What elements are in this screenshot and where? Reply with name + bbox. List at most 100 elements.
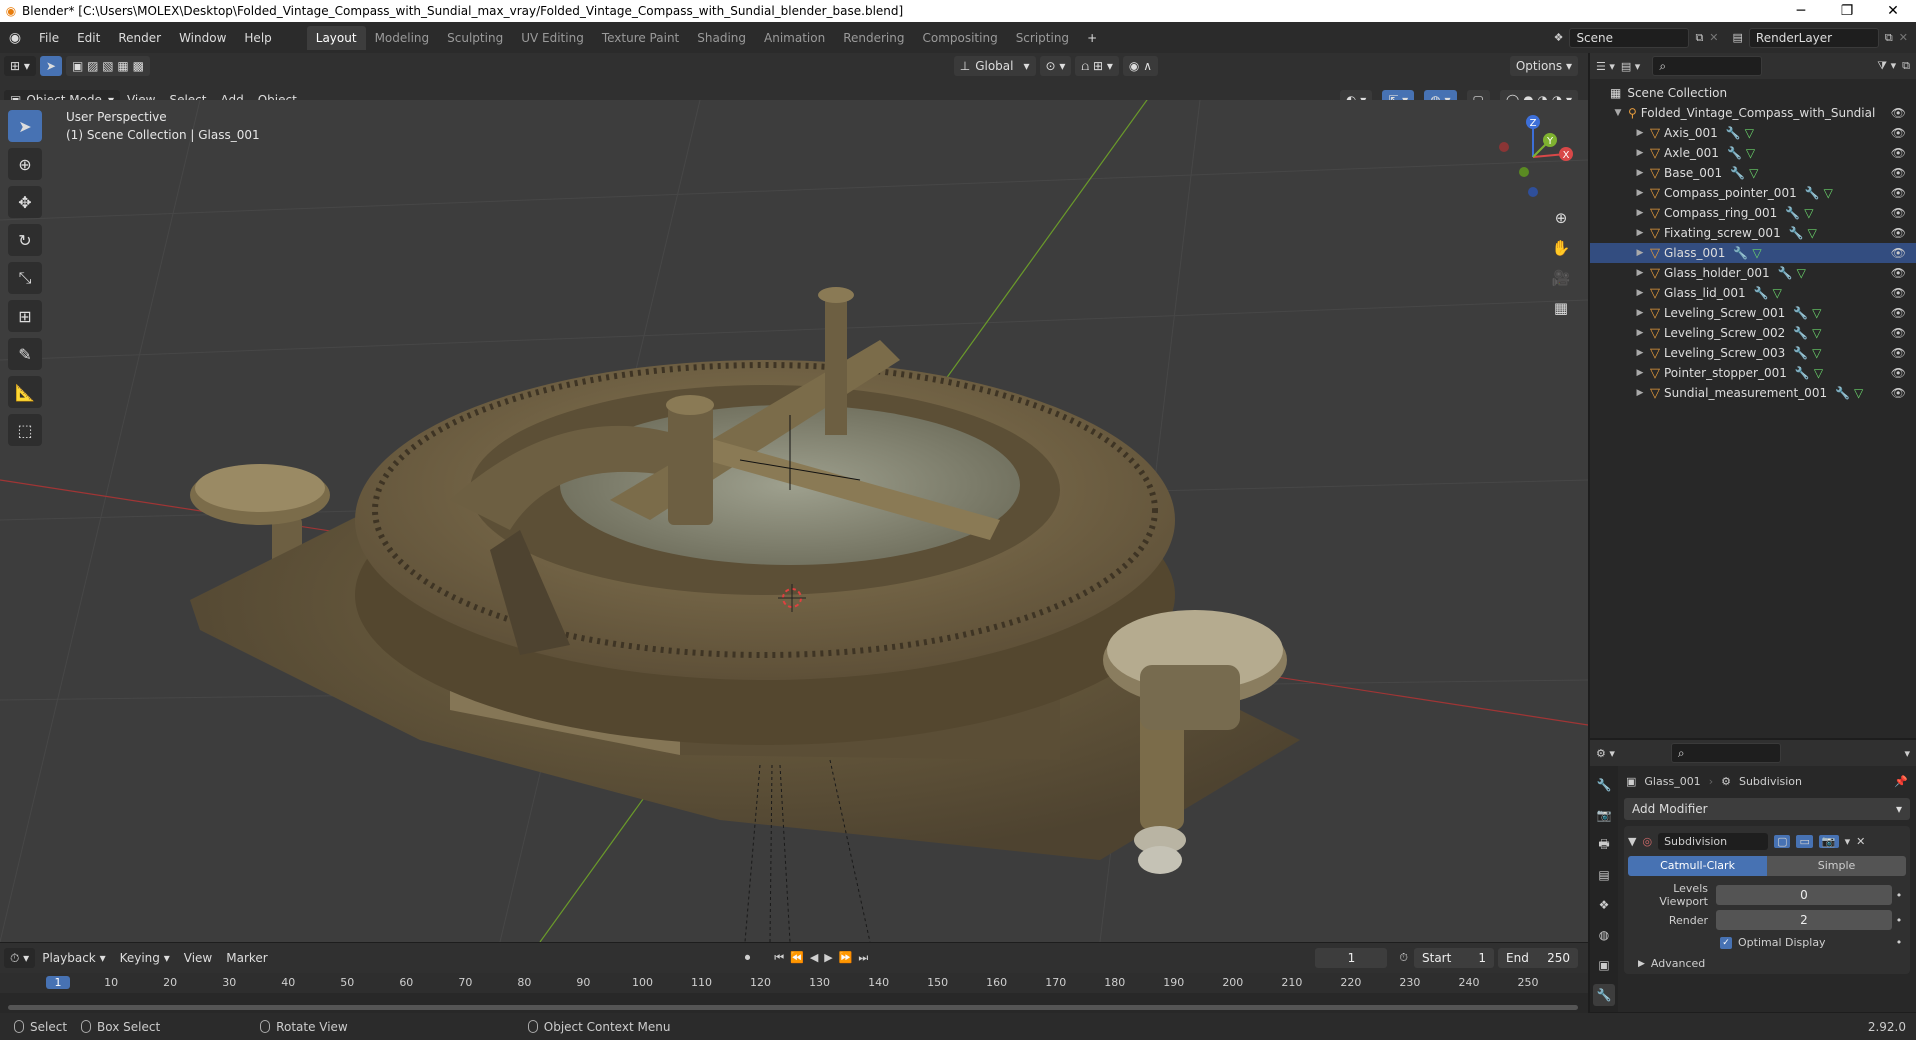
menu-timeline-view[interactable]: View — [177, 951, 219, 965]
transform-icon[interactable]: ⊞ — [8, 300, 42, 332]
blender-menu-icon[interactable]: ◉ — [0, 30, 30, 46]
eye-icon[interactable]: 👁 — [1891, 286, 1906, 300]
chevron-right-icon[interactable]: ▶ — [1634, 188, 1646, 198]
viewport-display-icon[interactable]: ▭ — [1796, 834, 1813, 848]
keyframe-dot-icon[interactable]: • — [1892, 914, 1906, 927]
chevron-right-icon[interactable]: ▶ — [1634, 308, 1646, 318]
add-workspace-icon[interactable]: + — [1078, 31, 1106, 45]
chevron-right-icon[interactable]: ▶ — [1634, 268, 1646, 278]
modifier-wrench-icon[interactable]: 🔧 — [1778, 266, 1793, 280]
tab-animation[interactable]: Animation — [755, 26, 834, 50]
camera-view-icon[interactable]: 🎥 — [1546, 265, 1576, 291]
add-modifier-dropdown[interactable]: Add Modifier ▾ — [1624, 798, 1910, 820]
timeline-area[interactable]: 1 10 20 30 40 50 60 70 80 90 100 110 120 130 140 150 160… — [0, 973, 1588, 1013]
tab-layout[interactable]: Layout — [306, 25, 366, 50]
modifier-wrench-icon[interactable]: 🔧 — [1785, 206, 1800, 220]
tab-uv-editing[interactable]: UV Editing — [512, 26, 593, 50]
outliner-object-row[interactable]: ▶ ▽ Sundial_measurement_001 🔧 ▽ 👁 — [1590, 383, 1916, 403]
object-tab-icon[interactable]: ▣ — [1593, 954, 1615, 976]
record-icon[interactable]: ⏺ — [745, 951, 751, 965]
current-frame-field[interactable]: 1 — [1315, 948, 1388, 968]
eye-icon[interactable]: 👁 — [1891, 386, 1906, 400]
chevron-right-icon[interactable]: ▶ — [1634, 348, 1646, 358]
modifier-name-field[interactable]: Subdivision — [1658, 832, 1769, 850]
select-tool-icon[interactable]: ➤ — [39, 56, 62, 76]
tab-rendering[interactable]: Rendering — [834, 26, 913, 50]
add-cube-icon[interactable]: ⬚ — [8, 414, 42, 446]
catmull-clark-button[interactable]: Catmull-Clark — [1628, 856, 1767, 876]
output-tab-icon[interactable]: 🖶 — [1593, 834, 1615, 856]
chevron-down-icon[interactable]: ▾ — [1904, 747, 1910, 760]
tab-texture-paint[interactable]: Texture Paint — [593, 26, 688, 50]
editor-type-icon[interactable]: ⊞ ▾ — [4, 56, 36, 76]
render-display-icon[interactable]: 📷 — [1818, 834, 1839, 848]
outliner-object-row[interactable]: ▶ ▽ Leveling_Screw_002 🔧 ▽ 👁 — [1590, 323, 1916, 343]
outliner-object-row[interactable]: ▶ ▽ Axis_001 🔧 ▽ 👁 — [1590, 123, 1916, 143]
menu-edit[interactable]: Edit — [68, 31, 109, 45]
chevron-right-icon[interactable]: ▶ — [1634, 168, 1646, 178]
pan-hand-icon[interactable]: ✋ — [1546, 235, 1576, 261]
measure-icon[interactable]: 📐 — [8, 376, 42, 408]
outliner-editor-icon[interactable]: ☰ ▾ — [1596, 60, 1615, 73]
tab-scripting[interactable]: Scripting — [1007, 26, 1078, 50]
menu-render[interactable]: Render — [109, 31, 170, 45]
eye-icon[interactable]: 👁 — [1891, 166, 1906, 180]
outliner-collection[interactable]: ▼ ⚲ Folded_Vintage_Compass_with_Sundial … — [1590, 103, 1916, 123]
selection-mode-icons[interactable]: ▣ ▨ ▧ ▦ ▩ — [65, 56, 150, 76]
tab-sculpting[interactable]: Sculpting — [438, 26, 512, 50]
navigation-gizmo[interactable]: Z X Y — [1488, 112, 1578, 202]
mesh-data-icon[interactable]: ▽ — [1824, 186, 1833, 200]
new-collection-icon[interactable]: ⧉ — [1902, 59, 1910, 73]
chevron-right-icon[interactable]: ▶ — [1634, 388, 1646, 398]
timeline-editor-icon[interactable]: ⏱ ▾ — [4, 948, 36, 968]
mesh-data-icon[interactable]: ▽ — [1773, 286, 1782, 300]
render-levels-field[interactable]: 2 — [1716, 910, 1892, 930]
eye-icon[interactable]: 👁 — [1891, 146, 1906, 160]
menu-keying[interactable]: Keying ▾ — [113, 951, 177, 965]
outliner-object-row[interactable]: ▶ ▽ Base_001 🔧 ▽ 👁 — [1590, 163, 1916, 183]
delete-view-layer-icon[interactable]: ✕ — [1899, 31, 1908, 44]
modifier-wrench-icon[interactable]: 🔧 — [1754, 286, 1769, 300]
eye-icon[interactable]: 👁 — [1891, 106, 1906, 120]
menu-playback[interactable]: Playback ▾ — [35, 951, 112, 965]
optimal-display-checkbox[interactable]: ✓ — [1720, 936, 1732, 949]
advanced-subpanel[interactable]: ▶ Advanced — [1628, 957, 1906, 970]
scale-icon[interactable]: ⤡ — [8, 262, 42, 294]
modifier-wrench-icon[interactable]: 🔧 — [1835, 386, 1850, 400]
start-frame-field[interactable]: Start 1 — [1414, 948, 1494, 968]
tab-modeling[interactable]: Modeling — [366, 26, 439, 50]
menu-file[interactable]: File — [30, 31, 68, 45]
simple-button[interactable]: Simple — [1767, 856, 1906, 876]
chevron-right-icon[interactable]: ▶ — [1634, 288, 1646, 298]
modifier-tab-icon[interactable]: 🔧 — [1593, 984, 1615, 1006]
mesh-data-icon[interactable]: ▽ — [1804, 206, 1813, 220]
menu-help[interactable]: Help — [235, 31, 280, 45]
eye-icon[interactable]: 👁 — [1891, 346, 1906, 360]
render-tab-icon[interactable]: 📷 — [1593, 804, 1615, 826]
outliner-search-input[interactable]: ⌕ — [1652, 56, 1763, 76]
mesh-data-icon[interactable]: ▽ — [1812, 326, 1821, 340]
chevron-right-icon[interactable]: ▶ — [1634, 328, 1646, 338]
outliner-object-row[interactable]: ▶ ▽ Leveling_Screw_001 🔧 ▽ 👁 — [1590, 303, 1916, 323]
pivot-point-icon[interactable]: ⊙ ▾ — [1039, 56, 1072, 76]
eye-icon[interactable]: 👁 — [1891, 266, 1906, 280]
minimize-icon[interactable]: ─ — [1778, 3, 1824, 19]
end-frame-field[interactable]: End 250 — [1498, 948, 1578, 968]
eye-icon[interactable]: 👁 — [1891, 326, 1906, 340]
properties-search-input[interactable]: ⌕ — [1670, 743, 1781, 763]
zoom-icon[interactable]: ⊕ — [1546, 205, 1576, 231]
properties-editor-icon[interactable]: ⚙ ▾ — [1596, 747, 1615, 760]
timeline-scrollbar[interactable] — [8, 1005, 1578, 1010]
mesh-data-icon[interactable]: ▽ — [1746, 146, 1755, 160]
filter-icon[interactable]: ⧩ ▾ — [1877, 59, 1896, 73]
transform-orientation-dropdown[interactable]: ⊥ Global ▾ — [953, 56, 1036, 76]
options-dropdown[interactable]: Options ▾ — [1509, 56, 1578, 76]
mesh-data-icon[interactable]: ▽ — [1812, 306, 1821, 320]
stopwatch-icon[interactable]: ⏱ — [1399, 951, 1408, 965]
levels-viewport-field[interactable]: 0 — [1716, 885, 1892, 905]
chevron-right-icon[interactable]: ▶ — [1634, 228, 1646, 238]
chevron-down-icon[interactable]: ▼ — [1628, 835, 1636, 848]
chevron-down-icon[interactable]: ▾ — [1845, 835, 1851, 848]
select-box-icon[interactable]: ➤ — [8, 110, 42, 142]
mesh-data-icon[interactable]: ▽ — [1812, 346, 1821, 360]
